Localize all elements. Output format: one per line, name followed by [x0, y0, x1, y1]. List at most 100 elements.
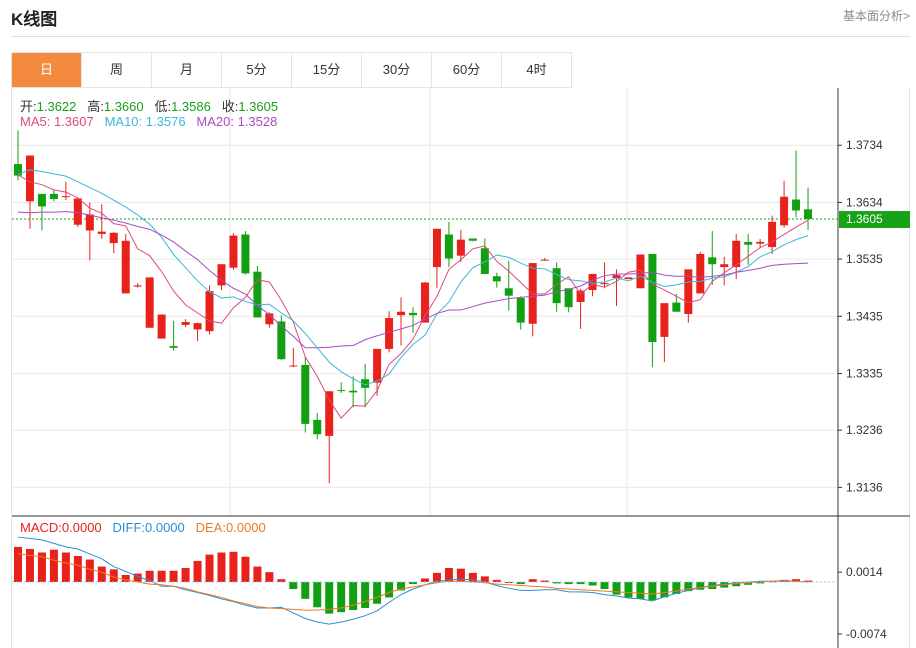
- candle-up: [205, 291, 214, 332]
- candle-down: [648, 253, 657, 343]
- macd-bar: [301, 582, 310, 599]
- macd-bar: [361, 582, 370, 608]
- candle-up: [600, 283, 609, 285]
- macd-label: MACD:: [20, 520, 62, 535]
- macd-bar: [241, 556, 250, 582]
- macd-bar: [73, 556, 82, 582]
- macd-bar: [229, 551, 238, 582]
- price-tick-label: 1.3435: [846, 309, 883, 323]
- price-tick-label: 1.3236: [846, 423, 883, 437]
- current-price-label: 1.3605: [846, 212, 883, 226]
- price-tick-label: 1.3136: [846, 480, 883, 494]
- candle-down: [241, 234, 250, 274]
- macd-bar: [25, 549, 34, 582]
- candle-up: [229, 235, 238, 268]
- macd-bar: [588, 582, 597, 586]
- candle-up: [636, 254, 645, 289]
- ma10-value: 1.3576: [145, 114, 186, 129]
- candle-up: [133, 285, 142, 287]
- candle-up: [97, 231, 106, 234]
- macd-bar: [217, 552, 226, 582]
- macd-bar: [648, 582, 657, 601]
- candle-down: [708, 257, 717, 265]
- ma20-label: MA20:: [196, 114, 234, 129]
- open-label: 开:: [20, 99, 37, 114]
- dea-value: 0.0000: [225, 520, 266, 535]
- candle-up: [720, 264, 729, 268]
- macd-bar: [636, 582, 645, 599]
- low-label: 低:: [154, 99, 172, 114]
- candle-down: [792, 199, 801, 211]
- candle-up: [540, 259, 549, 261]
- macd-bar: [600, 582, 609, 590]
- candle-up: [73, 198, 82, 225]
- macd-bar: [193, 560, 202, 582]
- price-tick-label: 1.3335: [846, 367, 883, 381]
- candle-up: [61, 196, 70, 198]
- candle-down: [804, 209, 813, 220]
- diff-label: DIFF:: [112, 520, 146, 535]
- candle-up: [121, 240, 130, 294]
- macd-bar: [456, 568, 465, 582]
- candle-up: [25, 155, 34, 202]
- ohlc-info: 开:1.3622 高:1.3660 低:1.3586 收:1.3605: [20, 96, 278, 115]
- close-label: 收:: [221, 99, 239, 114]
- candle-down: [169, 346, 178, 348]
- candle-down: [409, 312, 418, 316]
- low-value: 1.3586: [171, 99, 211, 114]
- candle-down: [672, 302, 681, 312]
- candle-down: [492, 276, 501, 282]
- macd-tick-label: 0.0014: [846, 565, 883, 579]
- macd-bar: [49, 549, 58, 582]
- candle-up: [325, 391, 334, 436]
- candle-up: [456, 239, 465, 256]
- macd-bar: [385, 582, 394, 598]
- diff-value: 0.0000: [145, 520, 185, 535]
- candle-up: [660, 303, 669, 337]
- candle-up: [432, 228, 441, 268]
- macd-value: 0.0000: [61, 520, 102, 535]
- high-value: 1.3660: [103, 99, 144, 114]
- ma5-label: MA5:: [20, 114, 51, 129]
- ma20-value: 1.3528: [237, 114, 278, 129]
- macd-bar: [612, 582, 621, 595]
- price-tick-label: 1.3535: [846, 252, 883, 266]
- candle-down: [313, 419, 322, 435]
- ma-info: MA5: 1.3607 MA10: 1.3576 MA20: 1.3528: [20, 114, 277, 129]
- macd-bar: [121, 574, 130, 582]
- high-label: 高:: [87, 99, 104, 114]
- candle-up: [696, 253, 705, 294]
- close-value: 1.3605: [238, 99, 279, 114]
- candle-up: [193, 323, 202, 330]
- price-tick-label: 1.3634: [846, 195, 883, 209]
- candle-down: [337, 390, 346, 392]
- candle-up: [780, 196, 789, 226]
- macd-bar: [265, 572, 274, 582]
- macd-bar: [97, 566, 106, 582]
- candle-down: [516, 297, 525, 323]
- macd-tick-label: -0.0074: [846, 627, 887, 641]
- candle-up: [157, 314, 166, 339]
- macd-bar: [181, 567, 190, 582]
- macd-bar: [205, 554, 214, 582]
- candle-down: [301, 364, 310, 424]
- candle-up: [109, 232, 118, 244]
- candle-up: [85, 214, 94, 231]
- candle-up: [145, 277, 154, 328]
- candle-down: [349, 390, 358, 393]
- candle-down: [444, 234, 453, 259]
- candle-down: [37, 193, 46, 207]
- macd-bar: [157, 570, 166, 582]
- macd-bar: [169, 570, 178, 582]
- macd-bar: [420, 578, 429, 582]
- macd-bar: [373, 582, 382, 604]
- price-tick-label: 1.3734: [846, 138, 883, 152]
- macd-bar: [85, 559, 94, 582]
- macd-bar: [313, 582, 322, 608]
- macd-info: MACD:0.0000 DIFF:0.0000 DEA:0.0000: [20, 520, 266, 535]
- candle-up: [289, 365, 298, 367]
- candle-down: [253, 271, 262, 318]
- open-value: 1.3622: [36, 99, 77, 114]
- candle-up: [756, 241, 765, 244]
- candle-up: [624, 277, 633, 280]
